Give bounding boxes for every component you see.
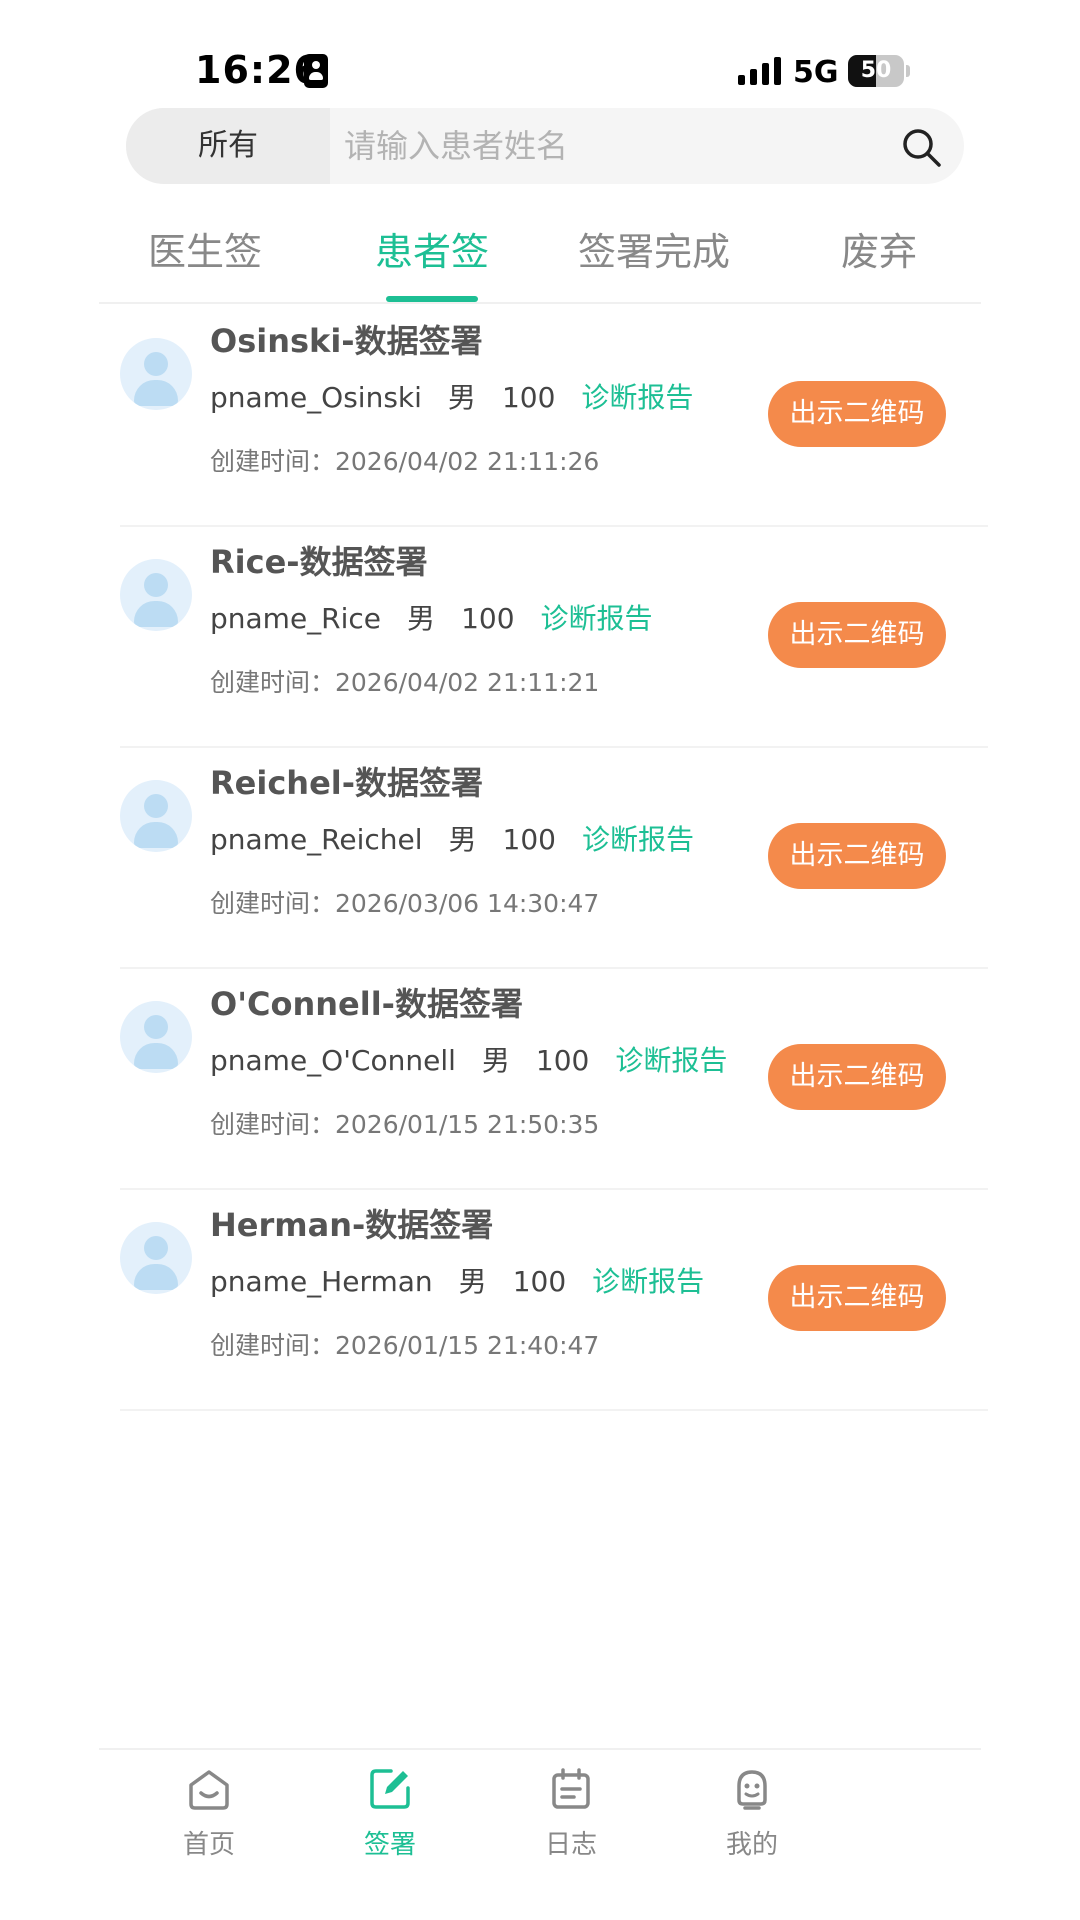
record-info: pname_Osinski 男 100 诊断报告 <box>210 376 693 416</box>
patient-name: pname_Herman <box>210 1265 433 1298</box>
tab-signed-complete[interactable]: 签署完成 <box>554 222 754 282</box>
patient-score: 100 <box>501 381 556 414</box>
tab-bar: 医生签 患者签 签署完成 废弃 <box>99 212 981 304</box>
status-time: 16:26 <box>195 48 321 92</box>
record-list: Osinski-数据签署 pname_Osinski 男 100 诊断报告 创建时间：… <box>120 306 988 1411</box>
avatar <box>120 338 192 410</box>
patient-name: pname_Rice <box>210 602 382 635</box>
nav-item-home[interactable]: 首页 <box>149 1764 269 1874</box>
nav-item-sign[interactable]: 签署 <box>330 1764 450 1874</box>
tab-doctor-sign[interactable]: 医生签 <box>125 222 285 282</box>
nav-label-profile: 我的 <box>725 1830 778 1860</box>
created-time: 创建时间：2026/01/15 21:40:47 <box>210 1331 600 1360</box>
patient-gender: 男 <box>458 1265 487 1298</box>
nav-label-log: 日志 <box>544 1830 597 1860</box>
search-filter-dropdown[interactable]: 所有 <box>126 108 330 184</box>
show-qr-code-button[interactable]: 出示二维码 <box>768 1044 946 1110</box>
sign-icon <box>370 1769 410 1809</box>
patient-gender: 男 <box>447 381 476 414</box>
record-title: Osinski-数据签署 <box>210 322 483 360</box>
list-item[interactable]: O'Connell-数据签署 pname_O'Connell 男 100 诊断报告 创… <box>120 969 988 1190</box>
tab-active-indicator <box>386 296 478 302</box>
record-title: Herman-数据签署 <box>210 1206 494 1244</box>
status-bar: 16:26 5G 50 <box>0 0 1080 110</box>
signal-icon <box>738 57 782 85</box>
patient-name: pname_Reichel <box>210 823 423 856</box>
diagnosis-report-link[interactable]: 诊断报告 <box>541 602 653 635</box>
search-input[interactable] <box>344 108 884 184</box>
record-info: pname_Rice 男 100 诊断报告 <box>210 597 653 637</box>
show-qr-code-button[interactable]: 出示二维码 <box>768 1265 946 1331</box>
avatar <box>120 780 192 852</box>
record-info: pname_Reichel 男 100 诊断报告 <box>210 818 694 858</box>
avatar <box>120 1001 192 1073</box>
patient-gender: 男 <box>481 1044 510 1077</box>
nav-item-log[interactable]: 日志 <box>511 1764 631 1874</box>
list-item[interactable]: Rice-数据签署 pname_Rice 男 100 诊断报告 创建时间：2026/0… <box>120 527 988 748</box>
patient-score: 100 <box>512 1265 567 1298</box>
patient-name: pname_Osinski <box>210 381 422 414</box>
nav-label-home: 首页 <box>182 1830 235 1860</box>
patient-name: pname_O'Connell <box>210 1044 456 1077</box>
calendar-icon <box>552 1768 590 1809</box>
id-badge-icon <box>304 54 328 88</box>
avatar <box>120 1222 192 1294</box>
patient-score: 100 <box>461 602 515 635</box>
home-icon <box>189 1770 229 1810</box>
created-time: 创建时间：2026/03/06 14:30:47 <box>210 889 600 918</box>
created-time: 创建时间：2026/04/02 21:11:21 <box>210 668 600 697</box>
diagnosis-report-link[interactable]: 诊断报告 <box>581 381 693 414</box>
list-item[interactable]: Herman-数据签署 pname_Herman 男 100 诊断报告 创建时间：20… <box>120 1190 988 1411</box>
patient-gender: 男 <box>407 602 436 635</box>
search-bar: 所有 <box>126 108 964 184</box>
patient-score: 100 <box>535 1044 590 1077</box>
record-info: pname_Herman 男 100 诊断报告 <box>210 1260 704 1300</box>
network-label: 5G <box>793 55 839 90</box>
profile-icon <box>737 1770 767 1810</box>
patient-gender: 男 <box>448 823 477 856</box>
avatar <box>120 559 192 631</box>
list-item[interactable]: Osinski-数据签署 pname_Osinski 男 100 诊断报告 创建时间：… <box>120 306 988 527</box>
nav-item-profile[interactable]: 我的 <box>692 1764 812 1874</box>
record-info: pname_O'Connell 男 100 诊断报告 <box>210 1039 727 1079</box>
tab-patient-sign[interactable]: 患者签 <box>352 222 512 282</box>
list-item[interactable]: Reichel-数据签署 pname_Reichel 男 100 诊断报告 创建时间：… <box>120 748 988 969</box>
diagnosis-report-link[interactable]: 诊断报告 <box>592 1265 704 1298</box>
diagnosis-report-link[interactable]: 诊断报告 <box>582 823 694 856</box>
show-qr-code-button[interactable]: 出示二维码 <box>768 602 946 668</box>
created-time: 创建时间：2026/01/15 21:50:35 <box>210 1110 600 1139</box>
record-title: O'Connell-数据签署 <box>210 985 523 1023</box>
patient-score: 100 <box>502 823 556 856</box>
battery-cap <box>906 65 910 77</box>
record-title: Reichel-数据签署 <box>210 764 484 802</box>
diagnosis-report-link[interactable]: 诊断报告 <box>615 1044 727 1077</box>
battery-icon: 50 <box>848 55 904 87</box>
show-qr-code-button[interactable]: 出示二维码 <box>768 823 946 889</box>
record-title: Rice-数据签署 <box>210 543 428 581</box>
show-qr-code-button[interactable]: 出示二维码 <box>768 381 946 447</box>
tab-discarded[interactable]: 废弃 <box>819 222 939 282</box>
battery-level: 50 <box>860 58 892 83</box>
bottom-nav: 首页 签署 日志 我的 <box>99 1748 981 1920</box>
created-time: 创建时间：2026/04/02 21:11:26 <box>210 447 600 476</box>
search-icon[interactable] <box>900 126 942 168</box>
nav-label-sign: 签署 <box>363 1830 416 1860</box>
